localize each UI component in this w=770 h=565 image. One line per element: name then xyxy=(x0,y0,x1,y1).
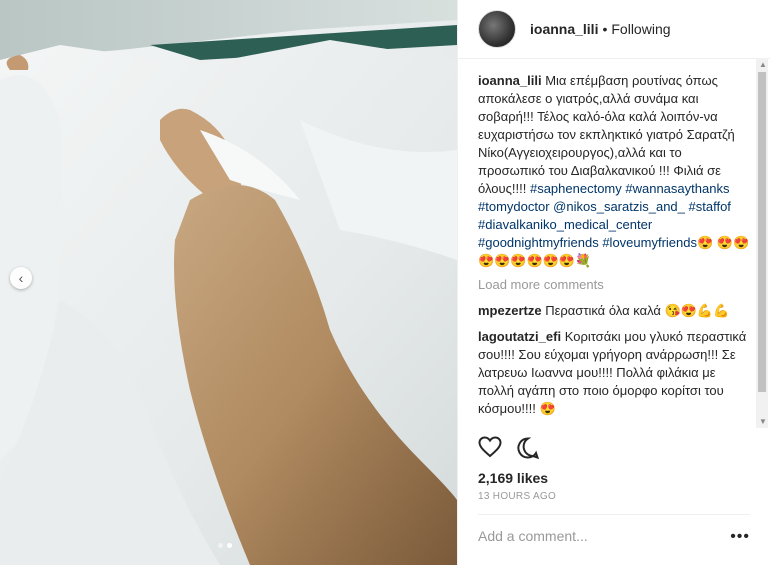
comment-username[interactable]: mpezertze xyxy=(478,303,542,318)
carousel-dot xyxy=(218,543,223,548)
scroll-up-arrow-icon[interactable]: ▲ xyxy=(759,60,767,69)
post-timestamp[interactable]: 13 HOURS AGO xyxy=(478,491,556,502)
carousel-indicator xyxy=(218,543,232,548)
more-options-button[interactable]: ••• xyxy=(730,528,750,546)
hashtag[interactable]: #tomydoctor xyxy=(478,199,550,214)
caption: ioanna_lili Μια επέμβαση ρουτίνας όπως α… xyxy=(478,72,750,270)
add-comment-input[interactable]: Add a comment... xyxy=(478,528,588,544)
comment-text: Περαστικά όλα καλά 😘😍💪💪 xyxy=(545,303,730,318)
post-photo[interactable]: ‹ xyxy=(0,0,457,565)
comments-scrollbar[interactable]: ▲ ▼ xyxy=(756,58,768,428)
comment-button[interactable] xyxy=(516,436,540,465)
carousel-prev-button[interactable]: ‹ xyxy=(10,267,32,289)
carousel-dot-active xyxy=(227,543,232,548)
hashtag[interactable]: #staffof xyxy=(689,199,731,214)
post-sidebar: ioanna_lili • Following ioanna_lili Μια … xyxy=(457,0,770,565)
post-actions xyxy=(478,436,540,465)
heart-icon xyxy=(478,436,502,458)
avatar[interactable] xyxy=(478,10,516,48)
scrollbar-thumb[interactable] xyxy=(758,72,766,392)
chevron-left-icon: ‹ xyxy=(18,270,24,286)
header-separator: • xyxy=(602,21,608,37)
caption-username[interactable]: ioanna_lili xyxy=(478,73,542,88)
comment-username[interactable]: lagoutatzi_efi xyxy=(478,329,561,344)
comment: mpezertze Περαστικά όλα καλά 😘😍💪💪 xyxy=(478,302,750,320)
divider xyxy=(478,514,750,515)
hashtag[interactable]: #saphenectomy xyxy=(530,181,622,196)
hashtag[interactable]: #wannasaythanks xyxy=(625,181,729,196)
caption-text: Μια επέμβαση ρουτίνας όπως αποκάλεσε ο γ… xyxy=(478,73,735,196)
likes-count[interactable]: 2,169 likes xyxy=(478,470,548,486)
hashtag[interactable]: #goodnightmyfriends xyxy=(478,235,599,250)
photo-image xyxy=(0,0,457,565)
load-more-comments-link[interactable]: Load more comments xyxy=(478,276,750,294)
like-button[interactable] xyxy=(478,436,502,465)
hashtag[interactable]: #loveumyfriends😍 xyxy=(602,235,713,250)
comment-bubble-icon xyxy=(517,437,540,460)
comment: lagoutatzi_efi Κοριτσάκι μου γλυκό περασ… xyxy=(478,328,750,418)
comments-list: ioanna_lili Μια επέμβαση ρουτίνας όπως α… xyxy=(478,72,750,424)
following-button[interactable]: Following xyxy=(611,21,670,37)
post-header: ioanna_lili • Following xyxy=(458,0,770,59)
mention[interactable]: @nikos_saratzis_and_ xyxy=(553,199,685,214)
header-username[interactable]: ioanna_lili xyxy=(530,21,598,37)
scroll-down-arrow-icon[interactable]: ▼ xyxy=(759,417,767,426)
hashtag[interactable]: #diavalkaniko_medical_center xyxy=(478,217,652,232)
